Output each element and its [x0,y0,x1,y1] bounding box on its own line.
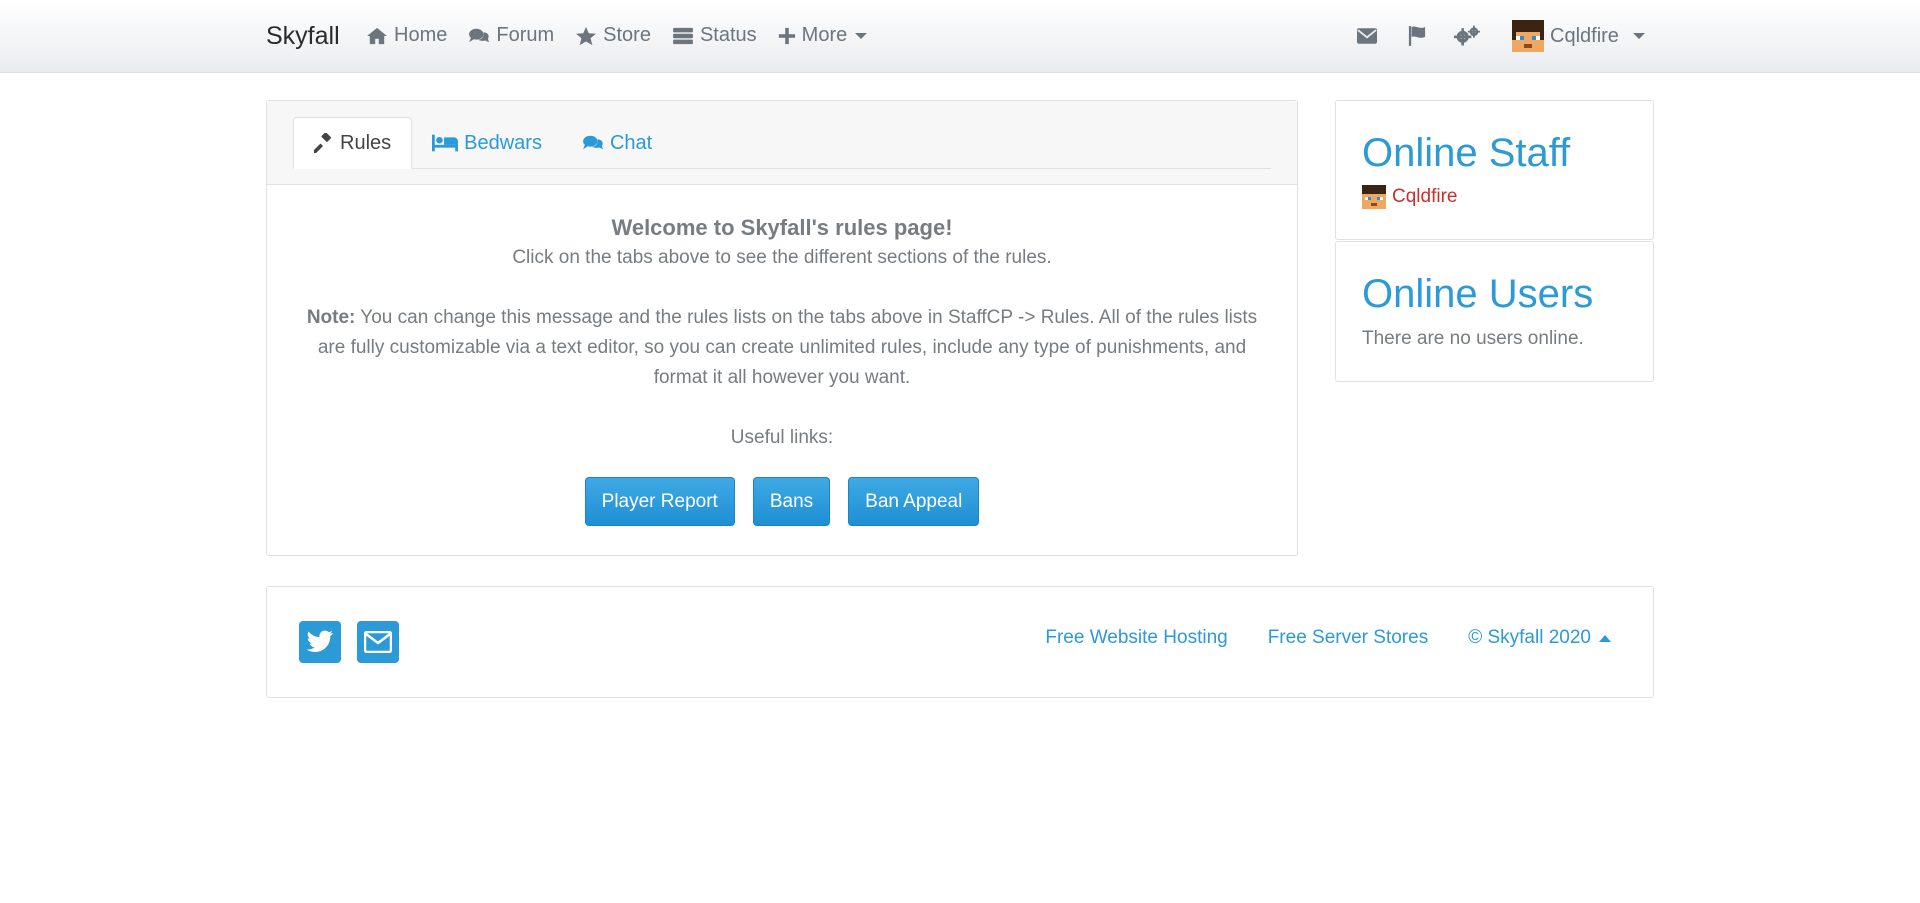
tab-bedwars-label: Bedwars [464,131,542,154]
avatar [1362,185,1386,209]
top-navbar: Skyfall Home Forum Store Status More Cql… [0,0,1920,73]
chevron-down-icon [1632,33,1645,39]
player-report-button[interactable]: Player Report [584,477,735,526]
online-staff-card: Online Staff Cqldfire [1335,100,1654,240]
alerts-button[interactable] [1404,20,1430,52]
note-label: Note: [306,307,356,328]
envelope-icon [364,631,392,653]
username-label: Cqldfire [1550,24,1619,47]
nav-status[interactable]: Status [672,24,757,47]
nav-home-label: Home [394,24,448,46]
comments-icon [583,135,603,150]
user-dropdown[interactable]: Cqldfire [1512,20,1645,52]
staff-username: Cqldfire [1392,186,1458,207]
ban-appeal-button[interactable]: Ban Appeal [848,477,980,526]
free-server-stores-link[interactable]: Free Server Stores [1268,627,1429,649]
staffcp-button[interactable] [1454,20,1480,52]
copyright-label: © Skyfall 2020 [1468,627,1591,648]
note-text: You can change this message and the rule… [317,307,1258,388]
nav-home[interactable]: Home [366,24,447,47]
gavel-icon [314,133,332,153]
nav-forum[interactable]: Forum [468,24,554,47]
nav-more-dropdown[interactable]: More [778,24,868,47]
envelope-icon [1357,28,1377,44]
main-nav: Home Forum Store Status More [366,24,888,47]
home-icon [367,27,387,44]
tab-rules[interactable]: Rules [293,117,413,169]
useful-links-buttons: Player Report Bans Ban Appeal [293,477,1271,526]
nav-store-label: Store [603,24,651,46]
footer: Free Website Hosting Free Server Stores … [266,586,1654,698]
bans-button[interactable]: Bans [752,477,831,526]
rules-note: Note: You can change this message and th… [293,303,1271,393]
user-nav: Cqldfire [1354,20,1645,52]
nav-more-label: More [801,24,848,46]
rules-subtitle: Click on the tabs above to see the diffe… [512,247,1052,268]
nav-status-label: Status [699,24,757,46]
tab-rules-label: Rules [340,131,392,154]
rules-tabs: Rules Bedwars Chat [293,117,1271,169]
star-icon [576,26,597,45]
rules-card-header: Rules Bedwars Chat [267,101,1297,185]
chevron-up-icon [1599,634,1611,642]
flag-icon [1408,26,1426,46]
email-button[interactable] [357,621,399,663]
staff-user-link[interactable]: Cqldfire [1362,185,1653,209]
avatar [1512,20,1544,52]
useful-links-label: Useful links: [730,427,834,448]
chevron-down-icon [855,32,868,39]
online-users-title: Online Users [1362,272,1594,316]
online-staff-title: Online Staff [1362,131,1571,175]
online-users-card: Online Users There are no users online. [1335,241,1654,382]
twitter-icon [306,630,333,653]
tab-chat-label: Chat [609,131,653,154]
online-users-text: There are no users online. [1362,328,1584,349]
brand-link[interactable]: Skyfall [266,22,340,51]
nav-forum-label: Forum [496,24,555,46]
nav-store[interactable]: Store [575,24,651,47]
tab-chat[interactable]: Chat [562,117,672,169]
tab-bedwars[interactable]: Bedwars [412,117,562,169]
social-links [299,621,399,663]
free-website-hosting-link[interactable]: Free Website Hosting [1045,627,1227,649]
copyright-dropup[interactable]: © Skyfall 2020 [1468,627,1611,649]
rules-card: Rules Bedwars Chat Welcome to Skyfall's … [266,100,1298,556]
comments-icon [469,28,490,42]
rules-card-body: Welcome to Skyfall's rules page! Click o… [267,185,1297,526]
rules-welcome-heading: Welcome to Skyfall's rules page! [611,215,953,240]
messages-button[interactable] [1354,20,1380,52]
bed-icon [432,134,459,152]
server-icon [673,27,693,44]
plus-icon [778,27,795,44]
footer-links: Free Website Hosting Free Server Stores … [1045,627,1611,649]
twitter-button[interactable] [299,621,341,663]
gears-icon [1454,25,1480,46]
